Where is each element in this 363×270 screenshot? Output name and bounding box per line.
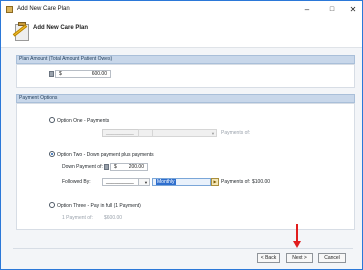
followed-by-value: __________ <box>106 179 134 185</box>
option-one-amount-placeholder: __________ <box>106 130 134 136</box>
minimize-button[interactable]: – <box>300 4 314 15</box>
back-button[interactable]: < Back <box>257 253 280 263</box>
option-three-radio[interactable] <box>49 202 55 208</box>
care-plan-icon <box>11 21 31 41</box>
plan-amount-currency: $ <box>59 71 62 77</box>
option-three-payment-of-value: $600.00 <box>104 215 123 221</box>
option-two-label[interactable]: Option Two - Down payment plus payments <box>57 152 154 158</box>
option-one-frequency-select: ▼ <box>152 129 217 137</box>
payment-options-panel: Option One - Payments __________ ▼ ▼ Pay… <box>16 103 355 230</box>
option-two-radio[interactable] <box>49 151 55 157</box>
calculator-icon[interactable] <box>49 71 54 77</box>
chevron-down-icon: ▼ <box>144 180 148 185</box>
plan-amount-field[interactable]: $ 600.00 <box>55 70 111 78</box>
plan-amount-section-title: Plan Amount (Total Amount Patient Owes) <box>16 55 355 64</box>
next-button[interactable]: Next > <box>286 253 313 263</box>
calculator-icon[interactable] <box>104 164 109 170</box>
option-two-payments-of-value: $100.00 <box>252 179 271 185</box>
annotation-arrow <box>293 224 301 249</box>
payment-options-section-title: Payment Options <box>16 94 355 103</box>
option-two-payments-of-label: Payments of: <box>221 179 251 185</box>
down-payment-value: 200.00 <box>128 164 144 170</box>
plan-amount-value: 600.00 <box>91 71 107 77</box>
option-three-label[interactable]: Option Three - Pay in full (1 Payment) <box>57 203 141 209</box>
chevron-down-icon: ▼ <box>211 131 215 136</box>
app-icon <box>6 6 13 13</box>
close-button[interactable]: ✕ <box>346 4 360 15</box>
annotation-arrow-head <box>293 241 301 248</box>
option-one-radio[interactable] <box>49 117 55 123</box>
down-payment-label: Down Payment of: <box>62 164 103 170</box>
cancel-button[interactable]: Cancel <box>318 253 346 263</box>
down-payment-currency: $ <box>114 164 117 170</box>
header-title: Add New Care Plan <box>33 25 89 31</box>
title-bar: Add New Care Plan – □ ✕ <box>1 1 362 18</box>
followed-by-count-select[interactable]: ▼ <box>138 178 150 186</box>
down-payment-field[interactable]: $ 200.00 <box>110 163 148 171</box>
dialog-header: Add New Care Plan <box>1 18 362 48</box>
plan-amount-panel: $ 600.00 <box>16 64 355 88</box>
frequency-field[interactable]: Monthly <box>152 178 211 186</box>
add-care-plan-window: Add New Care Plan – □ ✕ Add New Care Pla… <box>0 0 363 270</box>
annotation-arrow-shaft <box>296 224 298 242</box>
maximize-button[interactable]: □ <box>325 4 339 15</box>
option-three-payment-of-label: 1 Payment of: <box>62 215 93 221</box>
option-one-payments-of-label: Payments of: <box>221 130 251 136</box>
footer-separator <box>13 248 353 249</box>
lookup-button[interactable]: ▶ <box>211 178 219 186</box>
frequency-value: Monthly <box>156 179 176 185</box>
option-one-label[interactable]: Option One - Payments <box>57 118 109 124</box>
window-title: Add New Care Plan <box>17 6 70 12</box>
followed-by-label: Followed By: <box>62 179 91 185</box>
